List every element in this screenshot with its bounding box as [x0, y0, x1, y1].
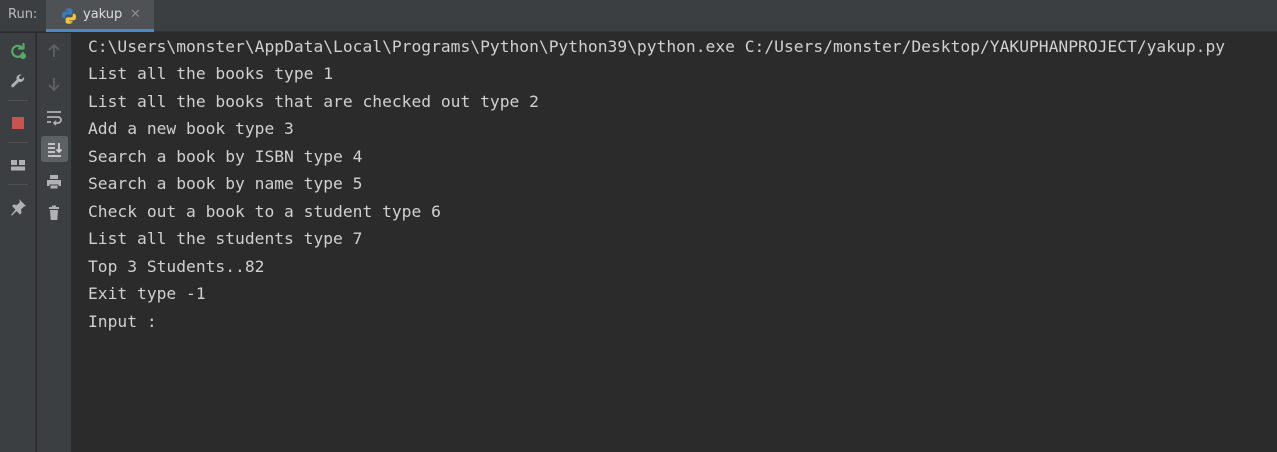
- toolbar-separator: [8, 100, 28, 101]
- toolbar-separator: [8, 184, 28, 185]
- rerun-icon[interactable]: [6, 39, 30, 63]
- console-line: List all the books type 1: [88, 64, 334, 83]
- run-label: Run:: [8, 7, 38, 22]
- console-line: Exit type -1: [88, 284, 206, 303]
- arrow-up-icon[interactable]: [42, 39, 66, 63]
- console-line: Check out a book to a student type 6: [88, 202, 441, 221]
- console-line: Search a book by ISBN type 4: [88, 147, 363, 166]
- pin-icon[interactable]: [6, 195, 30, 219]
- console-line-command: C:\Users\monster\AppData\Local\Programs\…: [88, 37, 1226, 56]
- console-line: Add a new book type 3: [88, 119, 294, 138]
- run-toolbar-secondary: [37, 33, 72, 452]
- scroll-to-end-icon[interactable]: [41, 136, 68, 162]
- console-input-prompt[interactable]: Input :: [88, 312, 166, 332]
- console-output[interactable]: C:\Users\monster\AppData\Local\Programs\…: [73, 33, 1277, 452]
- trash-icon[interactable]: [42, 201, 66, 225]
- console-line: Search a book by name type 5: [88, 174, 363, 193]
- close-icon[interactable]: ✕: [130, 7, 141, 23]
- run-toolbar-primary: [0, 33, 36, 452]
- console-line: Top 3 Students..82: [88, 257, 265, 276]
- print-icon[interactable]: [42, 170, 66, 194]
- soft-wrap-icon[interactable]: [42, 105, 66, 129]
- console-line: List all the books that are checked out …: [88, 92, 539, 111]
- python-icon: [60, 7, 78, 25]
- run-tool-window-header: Run: yakup ✕: [0, 0, 1277, 32]
- toolbar-separator: [8, 142, 28, 143]
- layout-icon[interactable]: [6, 153, 30, 177]
- tab-yakup[interactable]: yakup ✕: [46, 0, 154, 32]
- arrow-down-icon[interactable]: [42, 72, 66, 96]
- tab-label: yakup: [83, 7, 123, 22]
- wrench-icon[interactable]: [6, 69, 30, 93]
- console-line: List all the students type 7: [88, 229, 363, 248]
- stop-icon[interactable]: [6, 111, 30, 135]
